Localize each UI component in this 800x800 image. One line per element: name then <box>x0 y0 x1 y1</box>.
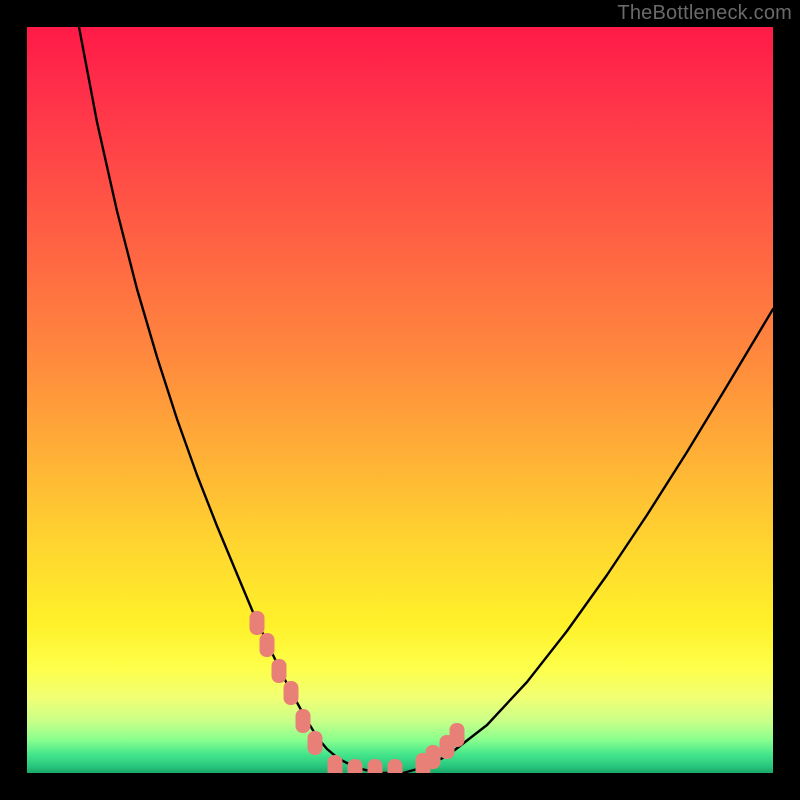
curve-marker <box>450 723 465 747</box>
curve-marker <box>296 709 311 733</box>
curve-marker <box>426 745 441 769</box>
curve-marker <box>348 759 363 773</box>
bottleneck-curve-path <box>79 27 773 773</box>
curve-marker <box>328 755 343 773</box>
curve-marker <box>250 611 265 635</box>
watermark-text: TheBottleneck.com <box>617 2 792 25</box>
chart-frame: TheBottleneck.com <box>0 0 800 800</box>
marker-cluster-left <box>250 611 323 755</box>
plot-svg <box>27 27 773 773</box>
plot-area <box>27 27 773 773</box>
curve-marker <box>272 659 287 683</box>
curve-marker <box>308 731 323 755</box>
curve-marker <box>284 681 299 705</box>
curve-marker <box>388 759 403 773</box>
curve-marker <box>368 759 383 773</box>
curve-marker <box>260 633 275 657</box>
